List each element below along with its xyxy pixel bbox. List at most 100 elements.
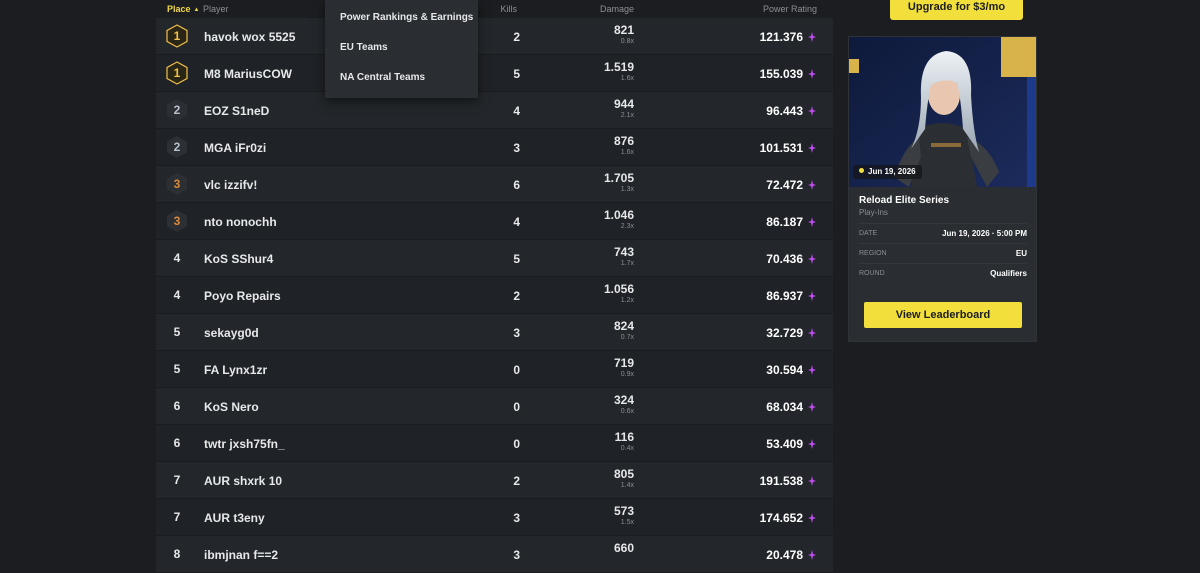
place-cell: 8 (166, 542, 188, 566)
player-name[interactable]: Poyo Repairs (204, 289, 281, 303)
damage-multiplier: 1.5x (620, 519, 634, 526)
kills-column-header[interactable]: Kills (477, 4, 517, 14)
table-row[interactable]: 2 MGA iFr0zi 3 876 1.6x 101.531 (156, 129, 833, 166)
table-row[interactable]: 5 FA Lynx1zr 0 719 0.9x 30.594 (156, 351, 833, 388)
damage-value: 719 (613, 356, 634, 370)
event-info-region: REGION EU (859, 243, 1027, 263)
place-cell: 5 (166, 357, 188, 381)
menu-item-power-rankings[interactable]: Power Rankings & Earnings (340, 12, 473, 23)
damage-column-header[interactable]: Damage (556, 4, 634, 14)
power-rating-value: 70.436 (766, 252, 803, 266)
place-number: 6 (173, 399, 181, 413)
damage-value: 824 (613, 319, 634, 333)
table-row[interactable]: 7 AUR t3eny 3 573 1.5x 174.652 (156, 499, 833, 536)
kills-value: 0 (513, 437, 520, 451)
power-bolt-icon (808, 439, 816, 449)
power-rating-column-header[interactable]: Power Rating (696, 4, 817, 14)
event-card: Jun 19, 2026 Reload Elite Series Play-In… (848, 36, 1037, 342)
table-row[interactable]: 6 KoS Nero 0 324 0.6x 68.034 (156, 388, 833, 425)
kills-value: 3 (513, 326, 520, 340)
kills-value: 4 (513, 215, 520, 229)
table-row[interactable]: 1 M8 MariusCOW 5 1.519 1.6x 155.039 (156, 55, 833, 92)
player-name[interactable]: MGA iFr0zi (204, 141, 266, 155)
place-number: 3 (173, 177, 181, 191)
menu-item-eu-teams[interactable]: EU Teams (340, 42, 388, 53)
damage-value: 1.046 (603, 208, 634, 222)
player-name[interactable]: KoS SShur4 (204, 252, 273, 266)
table-row[interactable]: 3 nto nonochh 4 1.046 2.3x 86.187 (156, 203, 833, 240)
place-medal-icon: 1 (166, 24, 188, 48)
kills-value: 3 (513, 511, 520, 525)
damage-value: 805 (613, 467, 634, 481)
damage-value: 821 (613, 23, 634, 37)
sort-asc-icon: ▲ (193, 7, 200, 13)
player-name[interactable]: sekayg0d (204, 326, 259, 340)
place-number: 1 (173, 66, 181, 80)
damage-value: 116 (614, 430, 634, 444)
player-name[interactable]: twtr jxsh75fn_ (204, 437, 285, 451)
player-name[interactable]: AUR shxrk 10 (204, 474, 282, 488)
place-number: 5 (173, 325, 181, 339)
place-number: 1 (173, 29, 181, 43)
power-bolt-icon (808, 180, 816, 190)
power-bolt-icon (808, 217, 816, 227)
kills-value: 4 (513, 104, 520, 118)
place-medal-icon: 3 (166, 209, 188, 233)
place-medal-icon: 1 (166, 61, 188, 85)
place-medal-icon: 2 (166, 98, 188, 122)
damage-value: 743 (613, 245, 634, 259)
place-medal-icon: 3 (166, 172, 188, 196)
power-rating-value: 86.937 (766, 289, 803, 303)
damage-multiplier: 0.9x (620, 371, 634, 378)
player-name[interactable]: KoS Nero (204, 400, 259, 414)
player-name[interactable]: AUR t3eny (204, 511, 265, 525)
table-row[interactable]: 5 sekayg0d 3 824 0.7x 32.729 (156, 314, 833, 351)
place-cell: 7 (166, 468, 188, 492)
upgrade-button[interactable]: Upgrade for $3/mo (890, 0, 1023, 20)
power-bolt-icon (808, 402, 816, 412)
table-row[interactable]: 4 KoS SShur4 5 743 1.7x 70.436 (156, 240, 833, 277)
damage-multiplier: 0.7x (620, 334, 634, 341)
damage-value: 324 (613, 393, 634, 407)
damage-multiplier: 2.3x (620, 223, 634, 230)
damage-value: 1.705 (603, 171, 634, 185)
power-rating-value: 101.531 (759, 141, 803, 155)
power-rating-value: 86.187 (766, 215, 803, 229)
power-bolt-icon (808, 254, 816, 264)
place-medal-icon: 2 (166, 135, 188, 159)
place-number: 2 (173, 103, 181, 117)
table-row[interactable]: 2 EOZ S1neD 4 944 2.1x 96.443 (156, 92, 833, 129)
table-row[interactable]: 8 ibmjnan f==2 3 660 20.478 (156, 536, 833, 573)
damage-value: 1.519 (603, 60, 634, 74)
place-cell: 4 (166, 283, 188, 307)
damage-multiplier: 1.3x (620, 186, 634, 193)
player-name[interactable]: M8 MariusCOW (204, 67, 292, 81)
table-body: 1 havok wox 5525 2 821 0.8x 121.376 1 M8 M… (156, 18, 833, 573)
menu-item-na-central-teams[interactable]: NA Central Teams (340, 72, 425, 83)
leaderboard-table: Place ▲ Player Kills Damage Power Rating … (156, 0, 833, 573)
damage-value: 1.056 (603, 282, 634, 296)
player-name[interactable]: EOZ S1neD (204, 104, 269, 118)
player-name[interactable]: vlc izzifv! (204, 178, 257, 192)
damage-multiplier: 0.4x (620, 445, 634, 452)
power-rating-value: 191.538 (759, 474, 803, 488)
player-name[interactable]: FA Lynx1zr (204, 363, 267, 377)
power-bolt-icon (808, 365, 816, 375)
power-rating-value: 174.652 (759, 511, 803, 525)
table-row[interactable]: 3 vlc izzifv! 6 1.705 1.3x 72.472 (156, 166, 833, 203)
kills-value: 3 (513, 548, 520, 562)
table-row[interactable]: 7 AUR shxrk 10 2 805 1.4x 191.538 (156, 462, 833, 499)
player-name[interactable]: ibmjnan f==2 (204, 548, 278, 562)
player-name[interactable]: havok wox 5525 (204, 30, 295, 44)
place-cell: 7 (166, 505, 188, 529)
table-row[interactable]: 1 havok wox 5525 2 821 0.8x 121.376 (156, 18, 833, 55)
place-column-header[interactable]: Place ▲ (167, 4, 199, 14)
table-row[interactable]: 4 Poyo Repairs 2 1.056 1.2x 86.937 (156, 277, 833, 314)
kills-value: 5 (513, 67, 520, 81)
view-leaderboard-button[interactable]: View Leaderboard (864, 302, 1022, 328)
place-cell: 4 (166, 246, 188, 270)
table-row[interactable]: 6 twtr jxsh75fn_ 0 116 0.4x 53.409 (156, 425, 833, 462)
player-name[interactable]: nto nonochh (204, 215, 277, 229)
event-banner-image: Jun 19, 2026 (849, 37, 1036, 187)
player-column-header[interactable]: Player (203, 4, 229, 14)
